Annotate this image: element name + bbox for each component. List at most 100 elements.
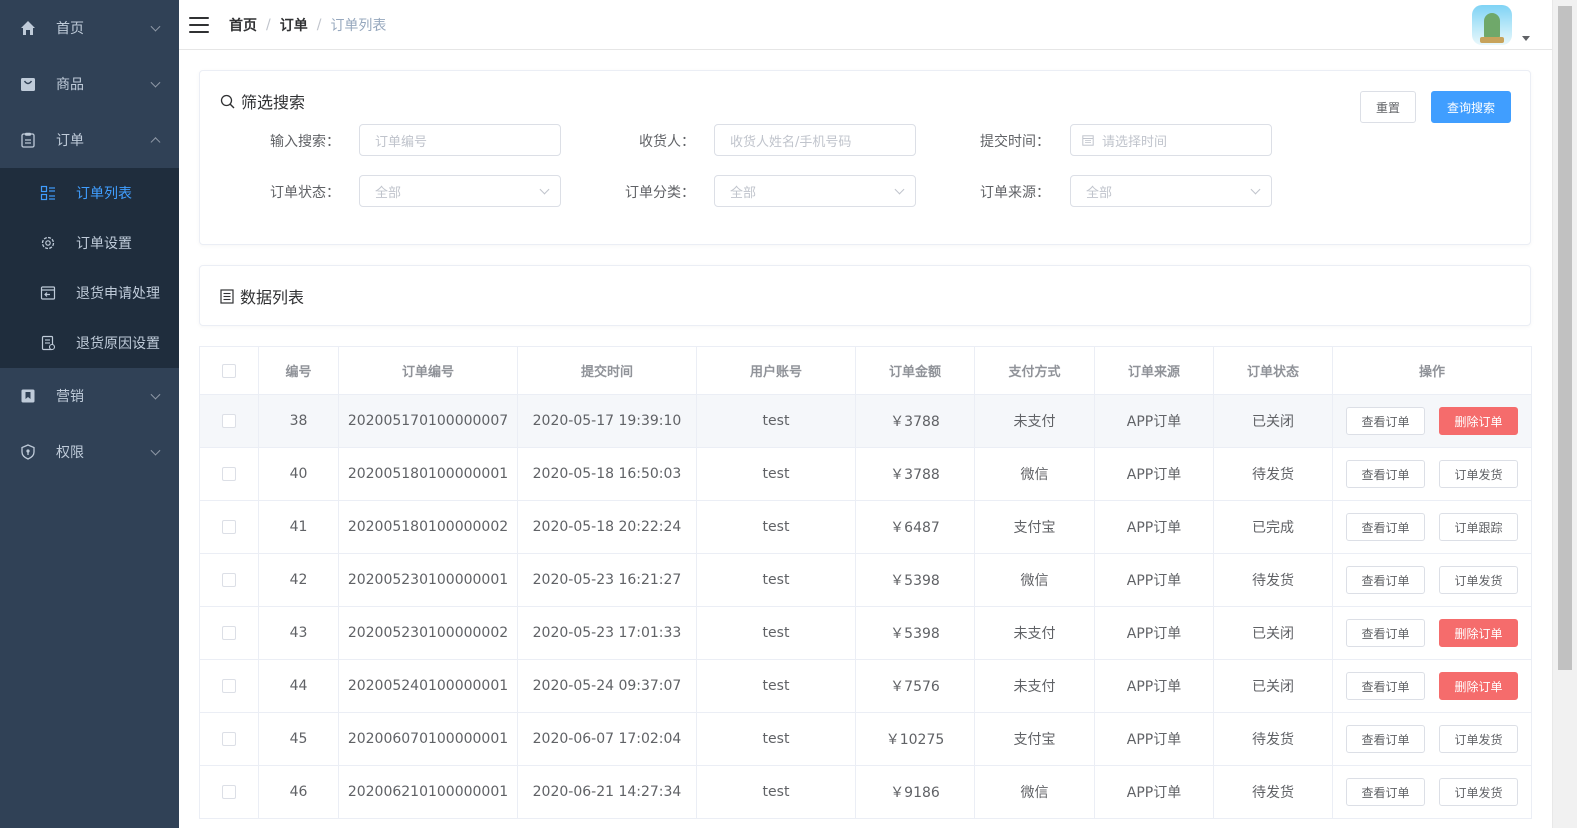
table-cell-status: 待发货 <box>1213 712 1333 766</box>
search-button[interactable]: 查询搜索 <box>1431 91 1511 123</box>
row-checkbox[interactable] <box>222 414 236 428</box>
keyword-label: 输入搜索： <box>270 134 340 150</box>
select-all-checkbox[interactable] <box>222 363 236 378</box>
user-dropdown[interactable] <box>1472 5 1530 45</box>
sidebar-item-order[interactable]: 订单 <box>0 112 179 168</box>
table-cell-source: APP订单 <box>1094 553 1214 607</box>
order-action-button[interactable]: 订单发货 <box>1439 725 1518 753</box>
sidebar-item-marketing[interactable]: 营销 <box>0 368 179 424</box>
delete-order-button[interactable]: 删除订单 <box>1439 672 1518 700</box>
sidebar-item-return-reason[interactable]: 退货原因设置 <box>0 318 179 368</box>
sidebar: 首页 商品 订单 订单列表 订单设置 退货申请处理 退货原因设置 营销 权限 <box>0 0 179 828</box>
row-checkbox[interactable] <box>222 732 236 746</box>
sidebar-item-label: 权限 <box>56 445 84 461</box>
delete-order-button[interactable]: 删除订单 <box>1439 407 1518 435</box>
row-checkbox[interactable] <box>222 785 236 799</box>
delete-order-button[interactable]: 删除订单 <box>1439 619 1518 647</box>
chevron-down-icon <box>150 389 161 400</box>
view-order-button[interactable]: 查看订单 <box>1346 460 1425 488</box>
row-select-cell <box>199 553 259 607</box>
breadcrumb-item-home[interactable]: 首页 <box>229 15 257 35</box>
reset-button[interactable]: 重置 <box>1360 91 1416 123</box>
category-select[interactable]: 全部 <box>714 175 916 207</box>
data-list-title-text: 数据列表 <box>240 288 305 307</box>
table-cell-actions: 查看订单 订单发货 <box>1332 447 1532 501</box>
scrollbar-thumb[interactable] <box>1558 6 1572 670</box>
time-picker[interactable]: 请选择时间 <box>1070 124 1272 156</box>
column-header[interactable]: 支付方式 <box>974 346 1095 395</box>
table-cell-pay: 支付宝 <box>974 712 1095 766</box>
row-checkbox[interactable] <box>222 573 236 587</box>
sidebar-item-return-apply[interactable]: 退货申请处理 <box>0 268 179 318</box>
chevron-down-icon <box>150 21 161 32</box>
row-select-cell <box>199 765 259 819</box>
column-header[interactable]: 订单编号 <box>338 346 518 395</box>
column-header[interactable]: 订单金额 <box>855 346 975 395</box>
list-icon <box>40 185 56 201</box>
calendar-icon <box>1082 134 1094 146</box>
row-checkbox[interactable] <box>222 626 236 640</box>
status-select[interactable]: 全部 <box>359 175 561 207</box>
breadcrumb-item-order[interactable]: 订单 <box>280 15 308 35</box>
caret-down-icon[interactable] <box>1522 36 1530 41</box>
table-cell-order-no: 202005180100000002 <box>338 500 518 554</box>
order-action-button[interactable]: 订单跟踪 <box>1439 513 1518 541</box>
table-cell-id: 45 <box>258 712 339 766</box>
sidebar-item-product[interactable]: 商品 <box>0 56 179 112</box>
column-header[interactable]: 提交时间 <box>517 346 697 395</box>
data-list-card: 数据列表 <box>199 265 1531 326</box>
view-order-button[interactable]: 查看订单 <box>1346 778 1425 806</box>
table-cell-status: 已关闭 <box>1213 606 1333 660</box>
view-order-button[interactable]: 查看订单 <box>1346 725 1425 753</box>
column-header[interactable]: 订单来源 <box>1094 346 1214 395</box>
view-order-button[interactable]: 查看订单 <box>1346 407 1425 435</box>
view-order-button[interactable]: 查看订单 <box>1346 672 1425 700</box>
breadcrumb-separator: / <box>316 16 322 33</box>
sidebar-item-permission[interactable]: 权限 <box>0 424 179 480</box>
table-cell-time: 2020-05-23 16:21:27 <box>517 553 697 607</box>
view-order-button[interactable]: 查看订单 <box>1346 566 1425 594</box>
chevron-down-icon <box>1250 184 1261 195</box>
scrollbar[interactable] <box>1552 0 1577 828</box>
column-header[interactable]: 用户账号 <box>696 346 856 395</box>
document-icon <box>40 335 56 351</box>
row-checkbox[interactable] <box>222 679 236 693</box>
sidebar-item-order-list[interactable]: 订单列表 <box>0 168 179 218</box>
search-icon <box>220 94 235 109</box>
order-action-button[interactable]: 订单发货 <box>1439 566 1518 594</box>
keyword-placeholder: 订单编号 <box>375 134 428 150</box>
sidebar-item-home[interactable]: 首页 <box>0 0 179 56</box>
view-order-button[interactable]: 查看订单 <box>1346 513 1425 541</box>
table-cell-order-no: 202006210100000001 <box>338 765 518 819</box>
source-select[interactable]: 全部 <box>1070 175 1272 207</box>
table-cell-source: APP订单 <box>1094 447 1214 501</box>
status-label: 订单状态： <box>270 185 340 201</box>
sidebar-item-label: 首页 <box>56 21 84 37</box>
order-action-button[interactable]: 订单发货 <box>1439 778 1518 806</box>
row-checkbox[interactable] <box>222 520 236 534</box>
table-cell-user: test <box>696 659 856 713</box>
sidebar-item-order-settings[interactable]: 订单设置 <box>0 218 179 268</box>
row-checkbox[interactable] <box>222 467 236 481</box>
table-cell-actions: 查看订单 订单发货 <box>1332 765 1532 819</box>
table-cell-status: 待发货 <box>1213 553 1333 607</box>
table-cell-order-no: 202006070100000001 <box>338 712 518 766</box>
avatar[interactable] <box>1472 5 1512 45</box>
table-cell-time: 2020-05-24 09:37:07 <box>517 659 697 713</box>
hamburger-menu-icon[interactable] <box>189 16 209 33</box>
table-cell-pay: 微信 <box>974 765 1095 819</box>
table-cell-status: 已完成 <box>1213 500 1333 554</box>
table-cell-user: test <box>696 712 856 766</box>
table-cell-amount: ￥5398 <box>855 553 975 607</box>
order-action-button[interactable]: 订单发货 <box>1439 460 1518 488</box>
column-header[interactable]: 编号 <box>258 346 339 395</box>
table-cell-pay: 微信 <box>974 553 1095 607</box>
select-all-cell <box>199 346 259 395</box>
receiver-input[interactable]: 收货人姓名/手机号码 <box>714 124 916 156</box>
column-header[interactable]: 订单状态 <box>1213 346 1333 395</box>
view-order-button[interactable]: 查看订单 <box>1346 619 1425 647</box>
table-cell-amount: ￥3788 <box>855 447 975 501</box>
filter-title: 筛选搜索 <box>220 89 305 113</box>
table-cell-amount: ￥7576 <box>855 659 975 713</box>
keyword-input[interactable]: 订单编号 <box>359 124 561 156</box>
